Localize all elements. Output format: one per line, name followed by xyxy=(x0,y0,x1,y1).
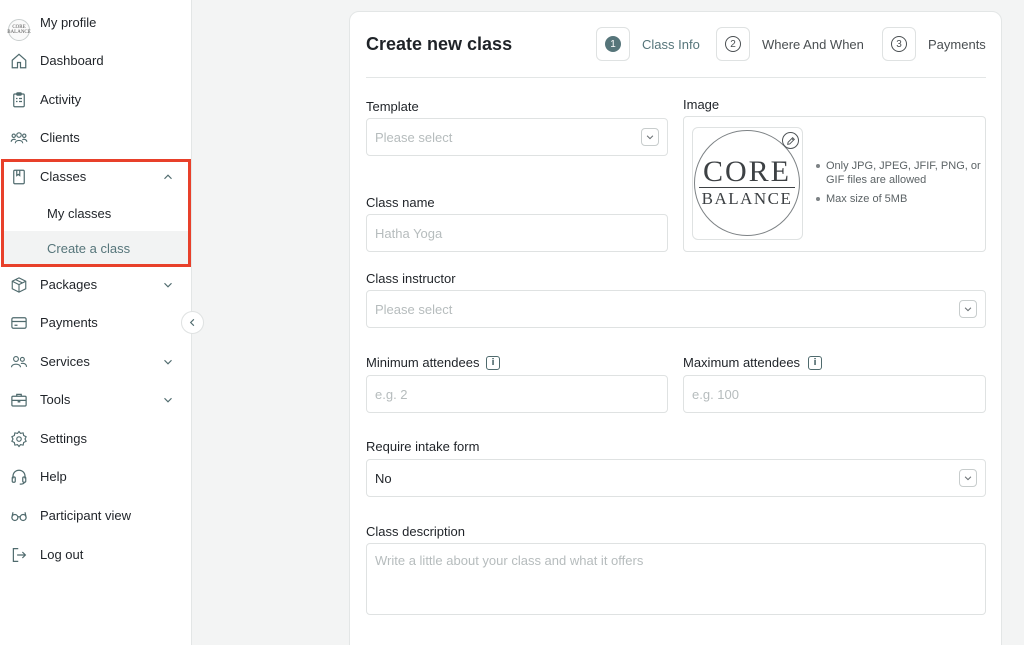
step-indicator-payments[interactable]: 3 xyxy=(882,27,916,61)
sidebar-item-label: Participant view xyxy=(40,508,132,523)
sidebar-subitem-my-classes[interactable]: My classes xyxy=(4,196,188,230)
logo-text-bottom: BALANCE xyxy=(701,189,793,209)
instructor-label: Class instructor xyxy=(366,271,456,286)
step-label-payments[interactable]: Payments xyxy=(928,37,986,52)
chevron-down-icon[interactable] xyxy=(161,278,175,292)
sidebar: CORE BALANCE My profile Dashboard Activi… xyxy=(0,0,192,645)
gear-icon xyxy=(10,430,28,448)
sidebar-item-dashboard[interactable]: Dashboard xyxy=(0,45,192,77)
chevron-down-icon xyxy=(959,300,977,318)
description-textarea[interactable]: Write a little about your class and what… xyxy=(366,543,986,615)
class-name-placeholder: Hatha Yoga xyxy=(375,226,443,241)
sidebar-item-label: Services xyxy=(40,354,90,369)
instructor-select[interactable]: Please select xyxy=(366,290,986,328)
sidebar-item-log-out[interactable]: Log out xyxy=(0,539,192,571)
glasses-icon xyxy=(10,507,28,525)
home-icon xyxy=(10,52,28,70)
chevron-left-icon xyxy=(189,318,195,327)
step-number: 3 xyxy=(891,36,907,52)
sidebar-item-label: Packages xyxy=(40,277,98,292)
chevron-up-icon[interactable] xyxy=(161,170,175,184)
sidebar-item-label: Payments xyxy=(40,315,98,330)
sidebar-subitem-label: Create a class xyxy=(47,241,131,256)
class-name-input[interactable]: Hatha Yoga xyxy=(366,214,668,252)
chevron-down-icon xyxy=(959,469,977,487)
max-attendees-label: Maximum attendees xyxy=(683,355,801,370)
sidebar-item-label: Settings xyxy=(40,431,87,446)
sidebar-item-classes[interactable]: Classes xyxy=(0,161,192,193)
chevron-down-icon xyxy=(641,128,659,146)
sidebar-subitem-create-a-class[interactable]: Create a class xyxy=(4,231,188,265)
sidebar-item-my-profile[interactable]: CORE BALANCE My profile xyxy=(0,7,192,41)
step-number: 1 xyxy=(605,36,621,52)
avatar: CORE BALANCE xyxy=(7,19,31,41)
sidebar-item-label: Help xyxy=(40,469,67,484)
image-rule-size: Max size of 5MB xyxy=(815,192,985,206)
info-icon[interactable]: i xyxy=(808,356,822,370)
sidebar-item-participant-view[interactable]: Participant view xyxy=(0,500,192,532)
sidebar-item-label: Classes xyxy=(40,169,87,184)
sidebar-item-help[interactable]: Help xyxy=(0,461,192,493)
sidebar-item-packages[interactable]: Packages xyxy=(0,269,192,301)
image-label: Image xyxy=(683,97,720,112)
step-indicator-where-and-when[interactable]: 2 xyxy=(716,27,750,61)
template-select[interactable]: Please select xyxy=(366,118,668,156)
sidebar-item-services[interactable]: Services xyxy=(0,346,192,378)
sidebar-item-label: Log out xyxy=(40,547,84,562)
divider xyxy=(366,77,986,78)
sidebar-item-settings[interactable]: Settings xyxy=(0,423,192,455)
credit-card-icon xyxy=(10,314,28,332)
sidebar-item-payments[interactable]: Payments xyxy=(0,307,192,339)
sidebar-item-activity[interactable]: Activity xyxy=(0,84,192,116)
min-attendees-label: Minimum attendees xyxy=(366,355,480,370)
intake-form-select[interactable]: No xyxy=(366,459,986,497)
page-title: Create new class xyxy=(366,34,513,54)
logout-icon xyxy=(10,546,28,564)
clipboard-icon xyxy=(10,91,28,109)
sidebar-item-label: Tools xyxy=(40,392,71,407)
description-placeholder: Write a little about your class and what… xyxy=(375,553,644,568)
sidebar-item-label: My profile xyxy=(40,15,97,30)
sidebar-item-tools[interactable]: Tools xyxy=(0,384,192,416)
sidebar-item-clients[interactable]: Clients xyxy=(0,122,192,154)
min-attendees-placeholder: e.g. 2 xyxy=(375,387,408,402)
step-label-class-info[interactable]: Class Info xyxy=(642,37,700,52)
logo-divider xyxy=(699,186,795,189)
people-icon xyxy=(10,353,28,371)
users-group-icon xyxy=(10,129,28,147)
image-rules: Only JPG, JPEG, JFIF, PNG, or GIF files … xyxy=(815,159,985,211)
instructor-placeholder: Please select xyxy=(375,302,453,317)
template-label: Template xyxy=(366,99,419,114)
description-label: Class description xyxy=(366,524,465,539)
step-label-where-and-when[interactable]: Where And When xyxy=(762,37,864,52)
intake-form-label: Require intake form xyxy=(366,439,480,454)
logo-text-top: CORE xyxy=(702,154,791,188)
sidebar-collapse-button[interactable] xyxy=(181,311,204,334)
class-name-label: Class name xyxy=(366,195,435,210)
sidebar-item-label: Dashboard xyxy=(40,53,104,68)
book-icon xyxy=(10,168,28,186)
briefcase-icon xyxy=(10,391,28,409)
chevron-down-icon[interactable] xyxy=(161,355,175,369)
sidebar-item-label: Clients xyxy=(40,130,80,145)
image-rule-formats: Only JPG, JPEG, JFIF, PNG, or GIF files … xyxy=(815,159,985,187)
sidebar-item-label: Activity xyxy=(40,92,82,107)
headset-icon xyxy=(10,468,28,486)
max-attendees-input[interactable]: e.g. 100 xyxy=(683,375,986,413)
step-number: 2 xyxy=(725,36,741,52)
max-attendees-placeholder: e.g. 100 xyxy=(692,387,739,402)
intake-form-value: No xyxy=(375,471,392,486)
step-indicator-class-info[interactable]: 1 xyxy=(596,27,630,61)
info-icon[interactable]: i xyxy=(486,356,500,370)
chevron-down-icon[interactable] xyxy=(161,393,175,407)
sidebar-subitem-label: My classes xyxy=(47,206,112,221)
min-attendees-input[interactable]: e.g. 2 xyxy=(366,375,668,413)
pencil-icon[interactable] xyxy=(782,132,799,149)
box-icon xyxy=(10,276,28,294)
template-placeholder: Please select xyxy=(375,130,453,145)
